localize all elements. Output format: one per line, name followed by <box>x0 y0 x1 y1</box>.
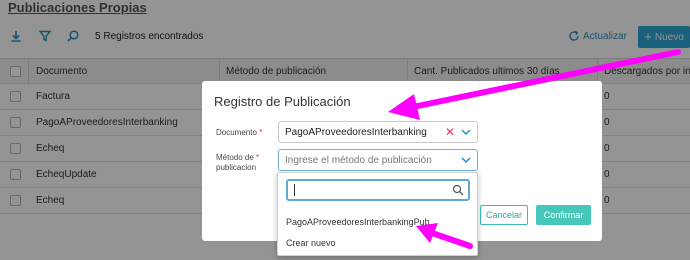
metodo-select[interactable]: Ingrese el método de publicación <box>278 149 478 171</box>
cancel-button[interactable]: Cancelar <box>480 205 528 225</box>
dropdown-option[interactable]: PagoAProveedoresInterbankingPub <box>286 217 430 227</box>
metodo-label-line2: publicacion <box>216 163 257 172</box>
chevron-down-icon[interactable] <box>461 128 471 136</box>
search-icon <box>452 184 464 196</box>
chevron-down-icon[interactable] <box>461 156 471 164</box>
required-mark: * <box>256 153 260 162</box>
modal-title: Registro de Publicación <box>214 94 351 109</box>
documento-label-text: Documento <box>216 128 257 137</box>
documento-value: PagoAProveedoresInterbanking <box>285 127 427 138</box>
documento-label: Documento * <box>216 128 262 137</box>
metodo-placeholder: Ingrese el método de publicación <box>285 155 432 166</box>
metodo-label: Método de * publicacion <box>216 153 259 173</box>
required-mark: * <box>259 128 263 137</box>
dropdown-option-create-new[interactable]: Crear nuevo <box>286 238 336 248</box>
metodo-label-line1: Método de <box>216 153 254 162</box>
text-caret <box>294 184 295 196</box>
dropdown-search-input[interactable] <box>286 179 470 201</box>
confirm-button[interactable]: Confirmar <box>536 205 591 225</box>
documento-select[interactable]: PagoAProveedoresInterbanking ✕ <box>278 121 478 143</box>
metodo-dropdown: PagoAProveedoresInterbankingPub Crear nu… <box>277 172 478 256</box>
clear-icon[interactable]: ✕ <box>445 125 455 139</box>
